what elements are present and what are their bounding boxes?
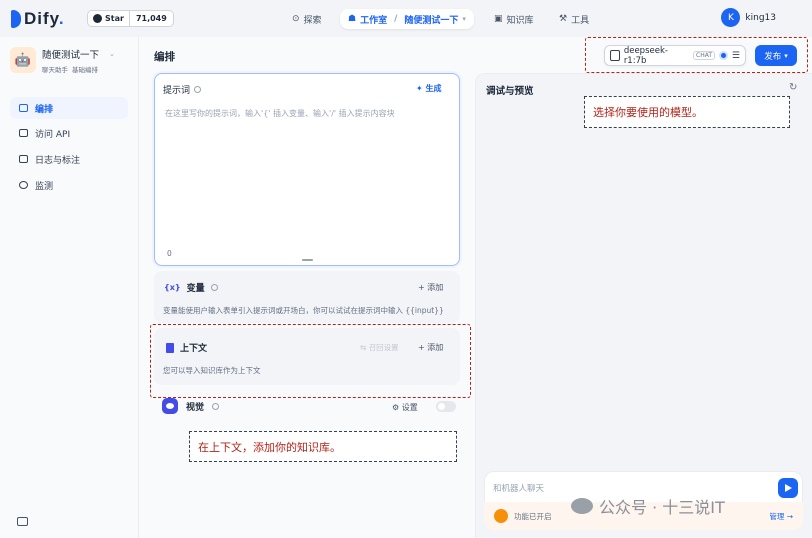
nav-app-name[interactable]: 随便测试一下 (404, 13, 458, 26)
prompt-placeholder[interactable]: 在这里写你的提示词，输入'{' 插入变量、输入'/' 插入提示内容块 (165, 108, 395, 119)
prompt-header: 提示词 (163, 83, 202, 96)
variables-description: 变量能使用户输入表单引入提示词或开场白，你可以试试在提示词中输入 {{input… (163, 306, 444, 315)
manage-link[interactable]: 管理 → (769, 511, 793, 522)
resize-handle[interactable] (302, 259, 313, 261)
robot-icon (610, 50, 620, 61)
user-name: king13 (745, 12, 776, 23)
app-header[interactable]: 🤖 随便测试一下 ⌄ 聊天助手 基础编排 (10, 47, 115, 74)
nav-studio[interactable]: ☗ 工作室 / 随便测试一下 ▾ (340, 9, 474, 29)
robot-icon: ☗ (348, 14, 357, 24)
publish-button[interactable]: 发布 ▾ (755, 45, 797, 66)
collapse-sidebar-icon[interactable] (17, 517, 28, 526)
help-icon[interactable] (194, 86, 202, 93)
user-menu[interactable]: K king13 (721, 8, 776, 27)
github-star-button[interactable]: Star 71,049 (87, 10, 174, 27)
prompt-editor[interactable] (154, 73, 460, 266)
help-icon[interactable] (210, 284, 218, 291)
brand-name: Dify. (24, 9, 65, 28)
prompt-label: 提示词 (163, 86, 191, 96)
settings-sliders-icon[interactable]: ☰ (732, 51, 740, 61)
vision-row: 视觉 (162, 398, 220, 414)
help-icon[interactable] (212, 402, 220, 410)
wechat-icon (571, 498, 593, 514)
vision-eye-icon (719, 51, 728, 60)
generate-button[interactable]: ✦ 生成 (416, 83, 442, 94)
app-robot-icon: 🤖 (10, 47, 36, 73)
model-selector[interactable]: deepseek-r1:7b CHAT ☰ (604, 45, 746, 66)
model-name: deepseek-r1:7b (623, 45, 668, 66)
app-mode-tag: 基础编排 (72, 66, 98, 74)
hammer-icon: ⚒ (559, 14, 568, 24)
sidebar-item-orchestrate[interactable]: 编排 (10, 97, 128, 119)
add-variable-button[interactable]: + 添加 (418, 282, 443, 293)
feature-status: 功能已开启 (514, 511, 552, 521)
page-title: 编排 (154, 51, 175, 63)
chat-badge: CHAT (693, 51, 716, 60)
app-type-tag: 聊天助手 (42, 66, 68, 74)
debug-preview-panel (475, 73, 812, 538)
vision-title: 视觉 (186, 402, 205, 413)
prompt-char-count: 0 (167, 249, 172, 258)
chevron-down-icon[interactable]: ⌄ (109, 50, 115, 58)
variables-title: {x} 变量 (164, 281, 218, 294)
vision-toggle[interactable] (436, 401, 456, 412)
variable-icon: {x} (164, 283, 181, 292)
sidebar-item-logs[interactable]: 日志与标注 (10, 148, 128, 170)
book-icon: ▣ (494, 14, 503, 24)
avatar: K (721, 8, 741, 27)
dify-logo-mark (11, 10, 21, 28)
star-label: Star (105, 14, 124, 23)
send-icon (784, 484, 792, 492)
refresh-icon[interactable]: ↻ (789, 82, 797, 93)
sidebar-item-monitor[interactable]: 监测 (10, 174, 128, 196)
compass-icon: ⊙ (292, 14, 300, 24)
dify-logo[interactable]: Dify. (11, 9, 65, 29)
model-annotation: 选择你要使用的模型。 (584, 96, 790, 128)
vision-settings-button[interactable]: ⚙ 设置 (392, 402, 418, 413)
sparkle-icon: ✦ (416, 84, 423, 93)
context-highlight-box (150, 324, 471, 398)
log-icon (19, 155, 28, 163)
nav-explore[interactable]: ⊙ 探索 (284, 9, 330, 29)
star-count: 71,049 (135, 14, 167, 23)
monitor-icon (19, 181, 28, 189)
debug-title: 调试与预览 (486, 86, 534, 97)
chevron-down-icon[interactable]: ▾ (462, 15, 466, 23)
chat-input-placeholder[interactable]: 和机器人聊天 (493, 482, 544, 494)
context-annotation: 在上下文，添加你的知识库。 (189, 431, 457, 462)
sidebar-item-api[interactable]: 访问 API (10, 122, 128, 144)
github-icon (93, 14, 102, 23)
eye-icon (162, 398, 178, 414)
send-button[interactable] (778, 478, 798, 498)
feature-icon (494, 509, 508, 523)
gear-icon: ⚙ (392, 403, 400, 412)
layout-icon (19, 104, 28, 112)
chevron-down-icon: ▾ (784, 51, 788, 60)
app-name: 随便测试一下 (42, 50, 100, 61)
nav-tools[interactable]: ⚒ 工具 (551, 9, 597, 29)
watermark: 公众号 · 十三说IT (571, 494, 725, 518)
nav-knowledge[interactable]: ▣ 知识库 (486, 9, 542, 29)
terminal-icon (19, 129, 28, 137)
